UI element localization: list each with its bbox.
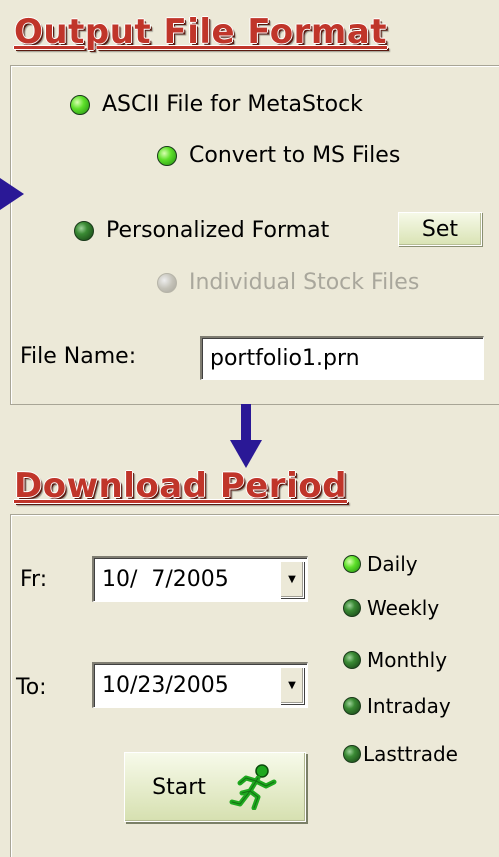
from-dropdown-arrow-icon[interactable]: ▼	[280, 561, 304, 598]
set-button[interactable]: Set	[398, 212, 482, 246]
from-date-value: 10/ 7/2005	[102, 567, 229, 592]
period-lasttrade-label: Lasttrade	[363, 742, 458, 766]
filename-input[interactable]: portfolio1.prn	[200, 336, 484, 380]
output-file-format-title: Output File Format	[14, 12, 388, 52]
weekly-radio-icon[interactable]	[343, 599, 361, 617]
filename-label: File Name:	[20, 344, 137, 369]
period-daily-option[interactable]: Daily	[343, 552, 418, 576]
convert-label: Convert to MS Files	[189, 143, 401, 168]
to-date-value: 10/23/2005	[102, 673, 229, 698]
ascii-label: ASCII File for MetaStock	[102, 92, 363, 117]
to-date-combo[interactable]: 10/23/2005 ▼	[92, 662, 308, 708]
lasttrade-radio-icon[interactable]	[343, 745, 361, 763]
convert-radio-option[interactable]: Convert to MS Files	[157, 143, 400, 168]
period-weekly-option[interactable]: Weekly	[343, 596, 439, 620]
period-lasttrade-option[interactable]: Lasttrade	[343, 742, 458, 766]
download-period-title: Download Period	[14, 466, 347, 506]
to-dropdown-arrow-icon[interactable]: ▼	[280, 667, 304, 704]
period-weekly-label: Weekly	[367, 596, 440, 620]
from-date-combo[interactable]: 10/ 7/2005 ▼	[92, 556, 308, 602]
ascii-radio-icon[interactable]	[70, 94, 90, 115]
start-button[interactable]: Start	[124, 752, 306, 822]
set-button-label: Set	[421, 216, 459, 242]
convert-radio-icon[interactable]	[157, 145, 177, 166]
monthly-radio-icon[interactable]	[343, 651, 361, 669]
pointer-arrow-icon	[0, 178, 24, 210]
start-button-label: Start	[152, 774, 206, 800]
ascii-radio-option[interactable]: ASCII File for MetaStock	[70, 92, 363, 117]
to-label: To:	[16, 675, 47, 700]
daily-radio-icon[interactable]	[343, 555, 361, 573]
personalized-radio-icon[interactable]	[74, 220, 94, 241]
period-monthly-label: Monthly	[367, 648, 448, 672]
running-man-icon	[229, 764, 277, 810]
period-intraday-option[interactable]: Intraday	[343, 694, 451, 718]
individual-radio-option[interactable]: Individual Stock Files	[157, 270, 419, 295]
personalized-label: Personalized Format	[106, 218, 330, 243]
intraday-radio-icon[interactable]	[343, 697, 361, 715]
period-daily-label: Daily	[367, 552, 418, 576]
period-intraday-label: Intraday	[367, 694, 451, 718]
period-monthly-option[interactable]: Monthly	[343, 648, 447, 672]
from-label: Fr:	[20, 567, 48, 592]
individual-label: Individual Stock Files	[189, 270, 420, 295]
personalized-radio-option[interactable]: Personalized Format	[74, 218, 329, 243]
down-arrow-icon	[230, 404, 262, 468]
individual-radio-icon[interactable]	[157, 272, 177, 293]
